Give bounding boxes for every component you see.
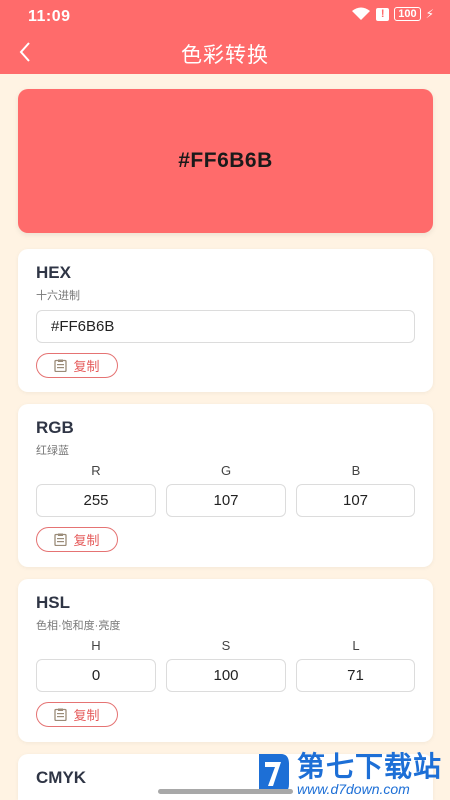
- clipboard-icon: [54, 359, 68, 372]
- status-icons: ! 100 ⚡: [351, 7, 434, 21]
- rgb-subtitle: 红绿蓝: [36, 445, 69, 457]
- hsl-h-input[interactable]: 0: [36, 659, 156, 692]
- hsl-title: HSL: [36, 593, 70, 612]
- hsl-s-input[interactable]: 100: [166, 659, 286, 692]
- rgb-g-input[interactable]: 107: [166, 484, 286, 517]
- hsl-l-label: L: [352, 638, 360, 653]
- watermark-name: 第七下载站: [297, 751, 443, 782]
- rgb-copy-label: 复制: [73, 533, 100, 548]
- hsl-card: HSL 色相·饱和度·亮度 H S L 0 100 71 复制: [18, 579, 433, 742]
- hsl-s-label: S: [221, 638, 231, 653]
- clipboard-icon: [54, 708, 68, 721]
- rgb-b-input[interactable]: 107: [296, 484, 415, 517]
- hex-copy-label: 复制: [73, 359, 100, 374]
- rgb-card: RGB 红绿蓝 R G B 255 107 107 复制: [18, 404, 433, 567]
- hsl-l-input[interactable]: 71: [296, 659, 415, 692]
- battery-icon: 100: [394, 7, 421, 21]
- rgb-r-label: R: [91, 463, 101, 478]
- rgb-copy-button[interactable]: 复制: [36, 527, 118, 552]
- battery-level: 100: [398, 7, 417, 20]
- hex-card: HEX 十六进制 #FF6B6B 复制: [18, 249, 433, 392]
- hsl-subtitle: 色相·饱和度·亮度: [36, 620, 121, 632]
- hex-copy-button[interactable]: 复制: [36, 353, 118, 378]
- rgb-r-input[interactable]: 255: [36, 484, 156, 517]
- hsl-h-label: H: [91, 638, 101, 653]
- rgb-title: RGB: [36, 418, 74, 437]
- preview-hex-text: #FF6B6B: [178, 149, 273, 172]
- clipboard-icon: [54, 533, 68, 546]
- home-indicator[interactable]: [158, 789, 293, 794]
- hsl-copy-button[interactable]: 复制: [36, 702, 118, 727]
- watermark-url: www.d7down.com: [297, 781, 410, 797]
- hex-subtitle: 十六进制: [36, 290, 80, 302]
- alert-icon: !: [376, 7, 390, 21]
- cmyk-title: CMYK: [36, 768, 87, 787]
- page-title: 色彩转换: [181, 44, 269, 67]
- hsl-copy-label: 复制: [73, 708, 100, 723]
- status-time: 11:09: [28, 8, 71, 25]
- wifi-icon: [352, 7, 371, 20]
- hex-input[interactable]: #FF6B6B: [36, 310, 415, 343]
- color-preview: #FF6B6B: [18, 89, 433, 233]
- hex-title: HEX: [36, 263, 71, 282]
- top-bar: 11:09 ! 100 ⚡ 色彩转换: [0, 0, 450, 74]
- rgb-g-label: G: [220, 463, 232, 478]
- rgb-b-label: B: [351, 463, 361, 478]
- bolt-icon: ⚡: [425, 7, 434, 21]
